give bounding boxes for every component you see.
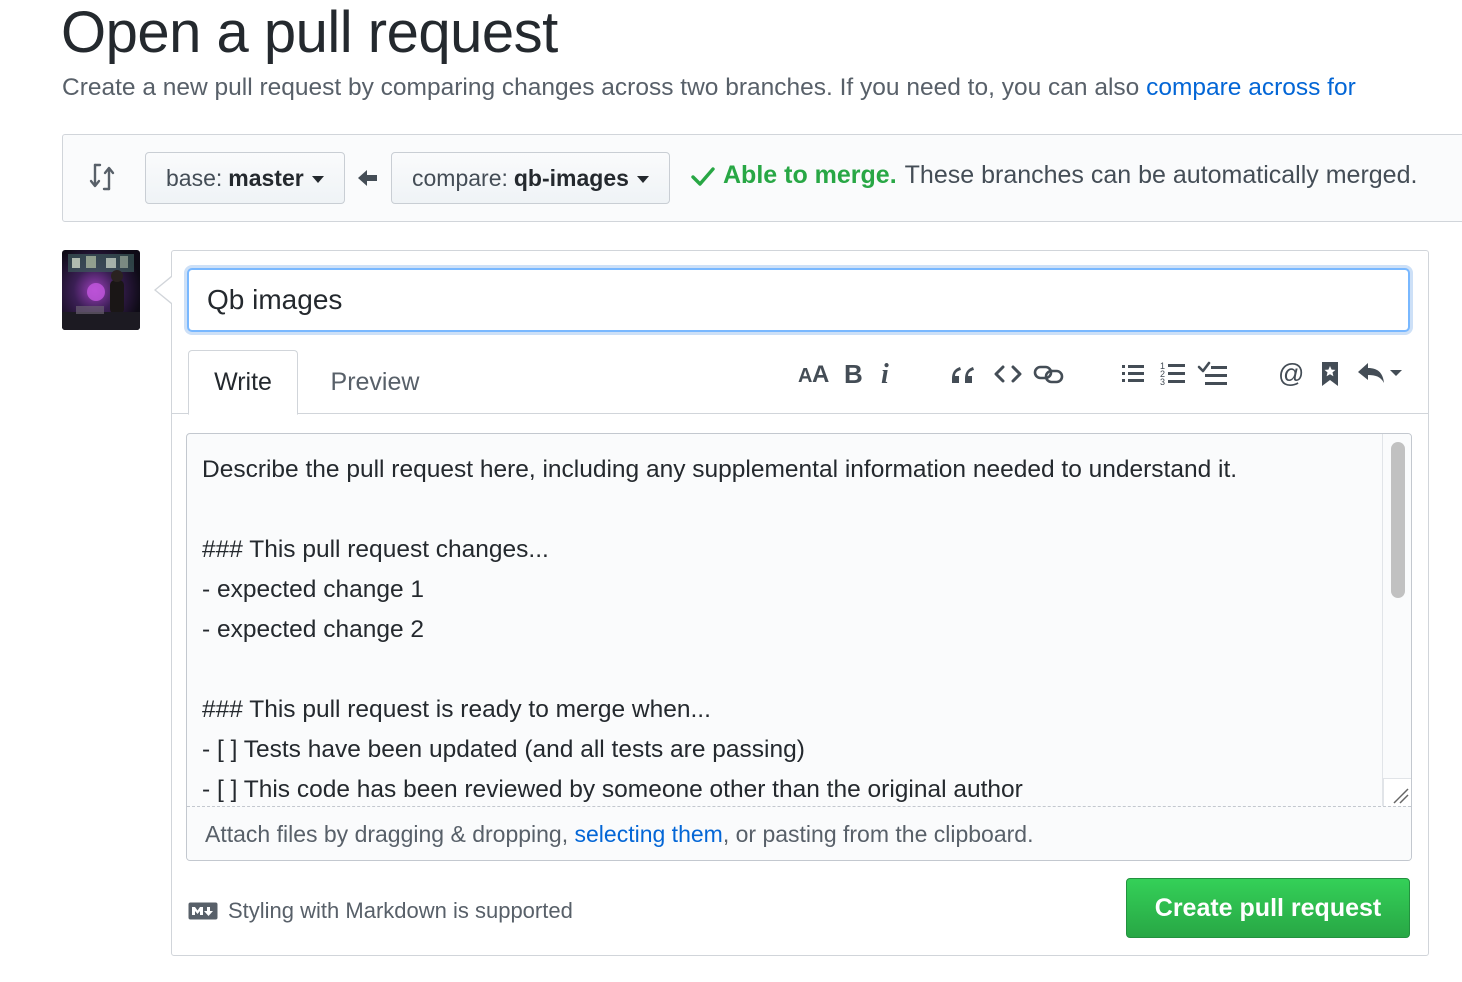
header-icon[interactable]: A A [796, 356, 832, 392]
compare-icon [89, 163, 115, 191]
page-title: Open a pull request [61, 0, 558, 65]
body-line: ### This pull request is ready to merge … [202, 696, 711, 723]
mention-icon[interactable]: @ [1276, 356, 1306, 392]
quote-icon[interactable] [946, 356, 980, 392]
form-pointer-inner [156, 277, 172, 303]
attach-text-post: , or pasting from the clipboard. [722, 821, 1034, 847]
saved-reply-icon[interactable] [1354, 356, 1404, 392]
body-line: - expected change 1 [202, 576, 425, 603]
base-branch-button[interactable]: base: master [145, 152, 345, 204]
merge-ok-text: Able to merge. [723, 161, 897, 189]
markdown-note-text: Styling with Markdown is supported [228, 898, 573, 923]
pr-body-textarea[interactable]: Describe the pull request here, includin… [186, 433, 1412, 861]
caret-down-icon [311, 175, 324, 183]
markdown-note[interactable]: Styling with Markdown is supported [188, 898, 573, 924]
svg-text:@: @ [1278, 360, 1304, 388]
svg-text:A: A [798, 365, 812, 387]
body-line [202, 650, 1382, 690]
caret-down-icon [636, 175, 649, 183]
bold-icon[interactable]: B [840, 356, 866, 392]
code-icon[interactable] [992, 356, 1024, 392]
avatar-image [62, 250, 140, 330]
tab-write[interactable]: Write [188, 350, 298, 415]
unordered-list-icon[interactable] [1118, 356, 1148, 392]
check-icon [691, 166, 715, 186]
page: Open a pull request Create a new pull re… [0, 0, 1462, 982]
compare-branch-value: qb-images [513, 164, 629, 191]
select-files-link[interactable]: selecting them [575, 821, 723, 847]
ordered-list-icon[interactable]: 1 2 3 [1158, 356, 1188, 392]
resize-handle-icon[interactable] [1383, 778, 1411, 806]
bookmark-icon[interactable] [1318, 356, 1342, 392]
body-line: - [ ] Tests have been updated (and all t… [202, 736, 805, 763]
compare-bar: base: master compare: qb-images Able to … [62, 134, 1462, 222]
svg-text:B: B [844, 361, 863, 387]
markdown-icon [188, 902, 218, 920]
merge-status: Able to merge. These branches can be aut… [691, 161, 1417, 190]
body-line: Describe the pull request here, includin… [202, 456, 1238, 483]
avatar[interactable] [62, 250, 140, 330]
textarea-scrollbar[interactable] [1382, 434, 1411, 806]
body-line: - [ ] This code has been reviewed by som… [202, 776, 1023, 803]
compare-branch-label: compare: [412, 164, 508, 191]
attach-files-bar[interactable]: Attach files by dragging & dropping, sel… [187, 806, 1411, 860]
create-pull-request-button[interactable]: Create pull request [1126, 878, 1410, 938]
merge-desc-text: These branches can be automatically merg… [904, 161, 1418, 189]
base-branch-value: master [228, 164, 304, 191]
attach-text-pre: Attach files by dragging & dropping, [205, 821, 575, 847]
compare-branch-button[interactable]: compare: qb-images [391, 152, 670, 204]
body-line [202, 490, 1382, 530]
scrollbar-thumb[interactable] [1391, 442, 1405, 598]
svg-text:A: A [812, 361, 829, 387]
body-line: ### This pull request changes... [202, 536, 549, 563]
italic-icon[interactable]: i [874, 356, 898, 392]
pr-body-text[interactable]: Describe the pull request here, includin… [202, 450, 1382, 810]
svg-text:i: i [881, 361, 889, 387]
subtitle-text: Create a new pull request by comparing c… [62, 74, 1147, 101]
base-branch-label: base: [166, 164, 223, 191]
link-icon[interactable] [1032, 356, 1066, 392]
compare-forks-link[interactable]: compare across for [1146, 74, 1356, 101]
pr-title-input[interactable] [187, 268, 1410, 332]
task-list-icon[interactable] [1196, 356, 1230, 392]
body-line: - expected change 2 [202, 616, 425, 643]
tab-preview[interactable]: Preview [310, 350, 440, 414]
svg-text:3: 3 [1160, 377, 1165, 387]
arrow-left-icon [358, 170, 377, 186]
page-subtitle: Create a new pull request by comparing c… [62, 72, 1356, 104]
